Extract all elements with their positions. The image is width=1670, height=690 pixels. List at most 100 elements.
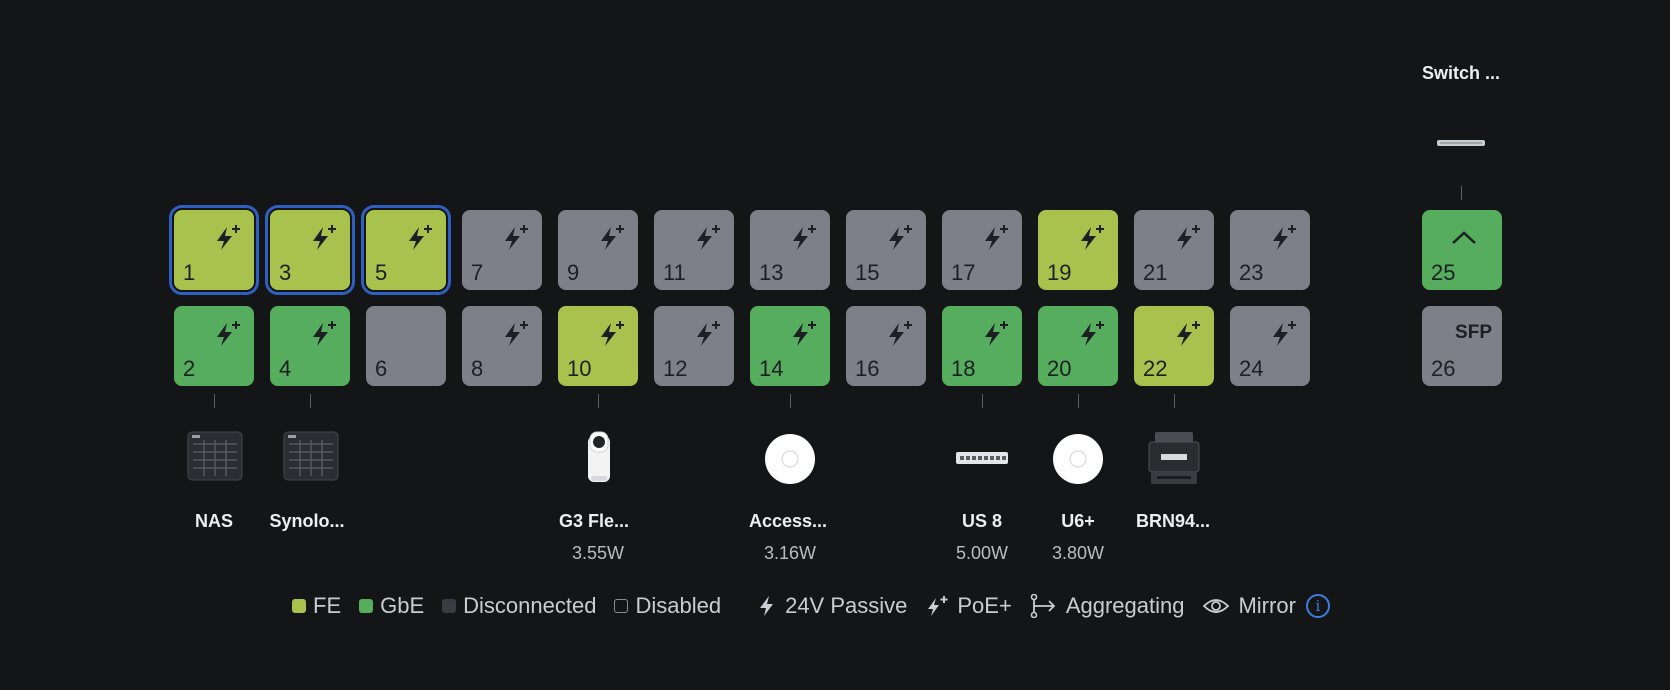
- poe-plus-icon: [1177, 321, 1200, 346]
- port-17[interactable]: 17: [942, 210, 1022, 290]
- port-number: 18: [951, 356, 976, 381]
- poe-plus-icon: [1177, 225, 1200, 250]
- port-number: 5: [375, 260, 388, 285]
- legend-label: Mirror: [1238, 593, 1296, 618]
- port-15[interactable]: 15: [846, 210, 926, 290]
- disconnected-swatch: [442, 599, 457, 613]
- port-number: 4: [279, 356, 292, 381]
- port-number: 24: [1239, 356, 1264, 381]
- port-1[interactable]: 1: [169, 205, 259, 295]
- poe-plus-icon: [889, 225, 912, 250]
- port-11[interactable]: 11: [654, 210, 734, 290]
- port-link-stem: [790, 394, 791, 408]
- port-6[interactable]: 6: [366, 306, 446, 386]
- device-name[interactable]: US 8: [927, 511, 1037, 532]
- legend-label: Aggregating: [1065, 593, 1185, 618]
- switch-name: Switch ...: [1422, 63, 1501, 83]
- switch-icon: [1437, 134, 1485, 146]
- port-13[interactable]: 13: [750, 210, 830, 290]
- poe-plus-icon: [928, 596, 948, 616]
- disabled-swatch: [614, 599, 629, 613]
- chevron-up-icon: [1452, 231, 1476, 244]
- port-25[interactable]: 25: [1422, 210, 1502, 290]
- port-3[interactable]: 3: [265, 205, 355, 295]
- nas-icon[interactable]: [283, 430, 339, 487]
- port-number: 17: [951, 260, 976, 285]
- port-link-stem: [214, 394, 215, 408]
- legend-poe-plus: PoE+: [925, 593, 1012, 619]
- fe-swatch: [292, 599, 306, 613]
- port-number: 1: [183, 260, 196, 285]
- port-23[interactable]: 23: [1230, 210, 1310, 290]
- port-8[interactable]: 8: [462, 306, 542, 386]
- port-19[interactable]: 19: [1038, 210, 1118, 290]
- poe-plus-icon: [217, 321, 240, 346]
- port-number: 15: [855, 260, 880, 285]
- poe-plus-icon: [697, 321, 720, 346]
- port-number: 10: [567, 356, 592, 381]
- port-7[interactable]: 7: [462, 210, 542, 290]
- legend-disabled: Disabled: [614, 593, 721, 619]
- info-icon[interactable]: i: [1305, 594, 1330, 618]
- poe-plus-icon: [1273, 321, 1296, 346]
- poe-plus-icon: [697, 225, 720, 250]
- legend-label: Disconnected: [463, 593, 597, 618]
- switch-icon[interactable]: [955, 450, 1009, 471]
- port-22[interactable]: 22: [1134, 306, 1214, 386]
- port-number: 26: [1431, 356, 1456, 381]
- device-name[interactable]: U6+: [1023, 511, 1133, 532]
- port-9[interactable]: 9: [558, 210, 638, 290]
- port-number: 16: [855, 356, 880, 381]
- device-name[interactable]: G3 Fle...: [539, 511, 649, 532]
- legend-gbe: GbE: [359, 593, 424, 619]
- device-power: 3.16W: [763, 543, 817, 563]
- printer-icon[interactable]: [1147, 430, 1201, 491]
- uplink-stem: [1461, 186, 1462, 200]
- access-point-icon[interactable]: [1052, 433, 1104, 490]
- port-12[interactable]: 12: [654, 306, 734, 386]
- port-2[interactable]: 2: [174, 306, 254, 386]
- port-4[interactable]: 4: [270, 306, 350, 386]
- port-20[interactable]: 20: [1038, 306, 1118, 386]
- port-21[interactable]: 21: [1134, 210, 1214, 290]
- port-10[interactable]: 10: [558, 306, 638, 386]
- port-14[interactable]: 14: [750, 306, 830, 386]
- port-24[interactable]: 24: [1230, 306, 1310, 386]
- legend-label: GbE: [380, 593, 425, 618]
- port-number: 19: [1047, 260, 1072, 285]
- port-link-stem: [1174, 394, 1175, 408]
- port-number: 12: [663, 356, 688, 381]
- port-link-stem: [1078, 394, 1079, 408]
- legend-disconnected: Disconnected: [442, 593, 596, 619]
- device-power: 3.55W: [571, 543, 625, 563]
- device-name[interactable]: Access...: [733, 511, 843, 532]
- poe-plus-icon: [1273, 225, 1296, 250]
- port-number: 8: [471, 356, 484, 381]
- poe-plus-icon: [601, 225, 624, 250]
- poe-plus-icon: [793, 321, 816, 346]
- sfp-label: SFP: [1455, 322, 1492, 343]
- device-power: 5.00W: [955, 543, 1009, 563]
- nas-icon[interactable]: [187, 430, 243, 487]
- port-number: 20: [1047, 356, 1072, 381]
- port-16[interactable]: 16: [846, 306, 926, 386]
- poe-plus-icon: [505, 321, 528, 346]
- port-5[interactable]: 5: [361, 205, 451, 295]
- access-point-icon[interactable]: [764, 433, 816, 490]
- port-number: 11: [663, 260, 686, 285]
- device-name[interactable]: BRN94...: [1118, 511, 1228, 532]
- legend: FE GbE Disconnected Disabled 24V Passive…: [292, 593, 1330, 619]
- port-26[interactable]: SFP 26: [1422, 306, 1502, 386]
- poe-plus-icon: [505, 225, 528, 250]
- device-name[interactable]: Synolo...: [252, 511, 362, 532]
- poe-plus-icon: [1081, 225, 1104, 250]
- legend-mirror: Mirror: [1202, 593, 1296, 619]
- poe-plus-icon: [889, 321, 912, 346]
- port-number: 9: [567, 260, 580, 285]
- gbe-swatch: [359, 599, 374, 613]
- poe-plus-icon: [985, 321, 1008, 346]
- lightning-icon: [760, 596, 774, 616]
- camera-icon[interactable]: [586, 430, 612, 489]
- port-18[interactable]: 18: [942, 306, 1022, 386]
- port-number: 6: [375, 356, 388, 381]
